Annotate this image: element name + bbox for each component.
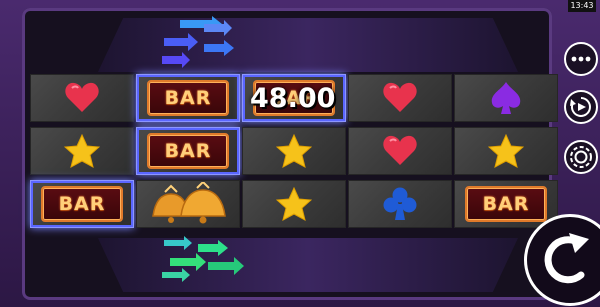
reel-cell-heart (348, 74, 452, 122)
bells-icon (152, 182, 226, 224)
reel-cell-bar-win: BAR (136, 127, 240, 175)
reel-cell-star (30, 127, 134, 175)
reel-cell-bar-win: BAR (30, 180, 134, 228)
reel-cell-heart (30, 74, 134, 122)
reel-cell-star (454, 127, 558, 175)
club-icon (383, 187, 417, 220)
bar-symbol: BAR (147, 133, 229, 169)
spade-icon (491, 82, 521, 114)
autoplay-button[interactable] (564, 90, 598, 124)
bar-symbol: BAR (465, 186, 547, 222)
reel-cell-bar-win: BAR (136, 74, 240, 122)
star-icon (64, 134, 100, 168)
win-amount: 48.00 (250, 83, 336, 114)
star-icon (488, 134, 524, 168)
chip-icon (570, 146, 592, 168)
autoplay-icon (570, 97, 591, 117)
more-dots-icon (571, 56, 591, 62)
star-icon (276, 187, 312, 221)
reel-cell-star (242, 180, 346, 228)
bottom-arrows-icon (162, 236, 244, 282)
heart-icon (383, 82, 417, 112)
star-icon (276, 134, 312, 168)
status-time: 13:43 (568, 0, 596, 12)
heart-icon (383, 135, 417, 165)
bar-symbol: BAR (147, 80, 229, 116)
reel-cell-club (348, 180, 452, 228)
bet-button[interactable] (564, 140, 598, 174)
menu-button[interactable] (564, 42, 598, 76)
top-arrows-icon (162, 16, 234, 68)
reel-cell-bar: BAR (454, 180, 558, 228)
reel-cell-bells (136, 180, 240, 228)
reel-cell-heart (348, 127, 452, 175)
heart-icon (65, 82, 99, 112)
bar-symbol: BAR (41, 186, 123, 222)
spin-arrow-icon (544, 233, 589, 284)
reel-cell-star (242, 127, 346, 175)
reel-cell-spade (454, 74, 558, 122)
